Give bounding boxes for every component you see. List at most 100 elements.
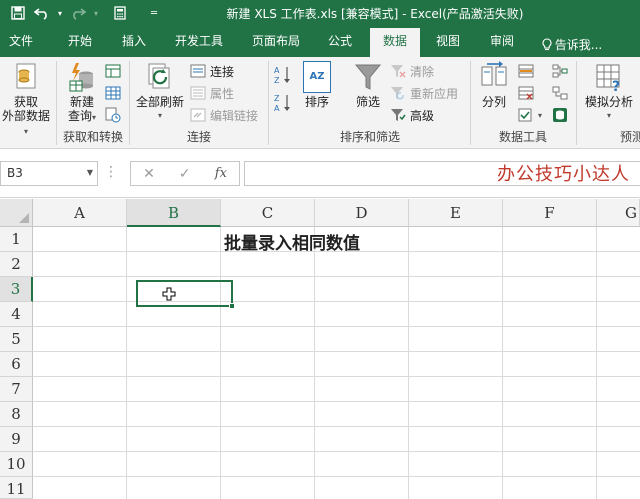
sort-asc-button[interactable]: AZ [274,65,292,85]
selected-cell-b3[interactable] [136,280,235,309]
relationships-icon[interactable] [552,83,568,103]
tab-insert[interactable]: 插入 [112,32,156,57]
gridline [314,227,315,499]
show-queries-icon[interactable] [105,61,121,81]
row-header-9[interactable]: 9 [0,427,33,452]
tab-developer[interactable]: 开发工具 [168,32,230,57]
what-if-analysis-button[interactable]: ? 模拟分析 ▾ [580,61,638,123]
clear-filter-button[interactable]: 清除 [390,61,434,81]
remove-duplicates-icon[interactable] [518,83,534,103]
gridline [502,227,503,499]
svg-text:?: ? [612,79,620,93]
row-header-6[interactable]: 6 [0,352,33,377]
get-external-data-button[interactable]: 获取 外部数据▾ [0,61,52,139]
insert-function-icon[interactable]: fx [215,166,227,181]
manage-data-model-icon[interactable] [552,105,568,125]
lightbulb-icon [542,38,552,51]
properties-button[interactable]: 属性 [190,83,234,103]
row-header-2[interactable]: 2 [0,252,33,277]
gridline [33,426,640,427]
tab-file[interactable]: 文件 [0,32,42,57]
filter-label: 筛选 [355,95,380,109]
svg-text:A: A [274,104,280,113]
tab-page-layout[interactable]: 页面布局 [244,32,308,57]
recent-sources-icon[interactable] [105,105,121,125]
name-box[interactable]: B3 ▼ [0,161,98,186]
enter-icon[interactable]: ✓ [179,166,191,182]
gridline [33,301,640,302]
cell-cursor-icon [162,287,176,301]
tell-me-search[interactable]: 告诉我... [536,32,608,57]
new-query-icon [69,63,93,92]
gridline [33,451,640,452]
fill-handle[interactable] [229,303,235,309]
text-to-columns-label: 分列 [481,95,506,109]
formula-bar-resize-handle[interactable]: ⋮ [104,164,118,180]
cancel-icon[interactable]: ✕ [143,166,155,182]
cell-c1[interactable]: 批量录入相同数值 [224,229,360,254]
column-header-d[interactable]: D [315,199,409,227]
row-header-1[interactable]: 1 [0,227,33,252]
group-connections-label: 连接 [186,130,211,144]
tab-review[interactable]: 审阅 [480,32,524,57]
edit-links-button[interactable]: 编辑链接 [190,105,258,125]
column-header-b[interactable]: B [127,199,221,227]
row-header-10[interactable]: 10 [0,452,33,477]
tab-home[interactable]: 开始 [56,32,104,57]
row-header-5[interactable]: 5 [0,327,33,352]
svg-text:Z: Z [274,76,280,85]
gridline [33,351,640,352]
data-validation-icon[interactable]: ▾ [518,105,542,125]
row-header-8[interactable]: 8 [0,402,33,427]
window-title: 新建 XLS 工作表.xls [兼容模式] - Excel(产品激活失败) [226,7,524,21]
sort-descending-icon: ZA [274,94,290,113]
gridline [126,227,127,499]
row-header-7[interactable]: 7 [0,377,33,402]
sort-desc-button[interactable]: ZA [274,93,292,113]
ribbon-tabs: 文件 开始 插入 开发工具 页面布局 公式 数据 视图 审阅 告诉我... [0,26,640,57]
row-header-3[interactable]: 3 [0,277,33,302]
gridline [33,276,640,277]
advanced-filter-button[interactable]: 高级 [390,105,434,125]
svg-text:A: A [274,66,280,75]
title-bar: ▾ ▾ ═ 新建 XLS 工作表.xls [兼容模式] - Excel(产品激活… [0,0,640,26]
gridline [33,326,640,327]
svg-text:Z: Z [274,94,280,103]
formula-buttons: ✕ ✓ fx [130,161,240,186]
clear-label: 清除 [410,64,435,79]
sort-ascending-icon: AZ [274,66,290,85]
connections-button[interactable]: 连接 [190,61,234,81]
column-header-a[interactable]: A [33,199,127,227]
connections-icon [190,64,206,78]
text-to-columns-button[interactable]: 分列 [474,61,514,109]
tell-me-label: 告诉我... [554,37,603,52]
new-query-button[interactable]: 新建 查询▾ [60,61,104,125]
gridline [220,227,221,499]
select-all-button[interactable] [0,199,33,227]
consolidate-icon[interactable] [552,61,568,81]
tab-data[interactable]: 数据 [370,28,420,57]
tab-formulas[interactable]: 公式 [318,32,362,57]
refresh-all-button[interactable]: 全部刷新 ▾ [133,61,187,123]
row-header-11[interactable]: 11 [0,477,33,499]
refresh-dropdown-icon: ▾ [157,111,162,120]
sort-button[interactable]: AZ 排序 [298,61,336,109]
filter-button[interactable]: 筛选 [348,61,388,109]
reapply-button[interactable]: 重新应用 [390,83,458,103]
group-sort-filter-label: 排序和筛选 [339,130,400,144]
row-header-4[interactable]: 4 [0,302,33,327]
flash-fill-icon[interactable] [518,61,534,81]
edit-links-icon [190,108,206,122]
advanced-label: 高级 [410,108,435,123]
worksheet-grid[interactable]: A B C D E F G 1 2 3 4 5 6 7 8 9 10 11 批量… [0,199,640,499]
tab-view[interactable]: 视图 [426,32,470,57]
column-header-f[interactable]: F [503,199,597,227]
column-header-g[interactable]: G [597,199,640,227]
column-header-c[interactable]: C [221,199,315,227]
database-icon [16,63,36,89]
name-box-dropdown-icon[interactable]: ▼ [87,168,93,177]
edit-links-label: 编辑链接 [210,108,259,123]
column-header-e[interactable]: E [409,199,503,227]
separator [470,61,471,145]
from-table-icon[interactable] [105,83,121,103]
